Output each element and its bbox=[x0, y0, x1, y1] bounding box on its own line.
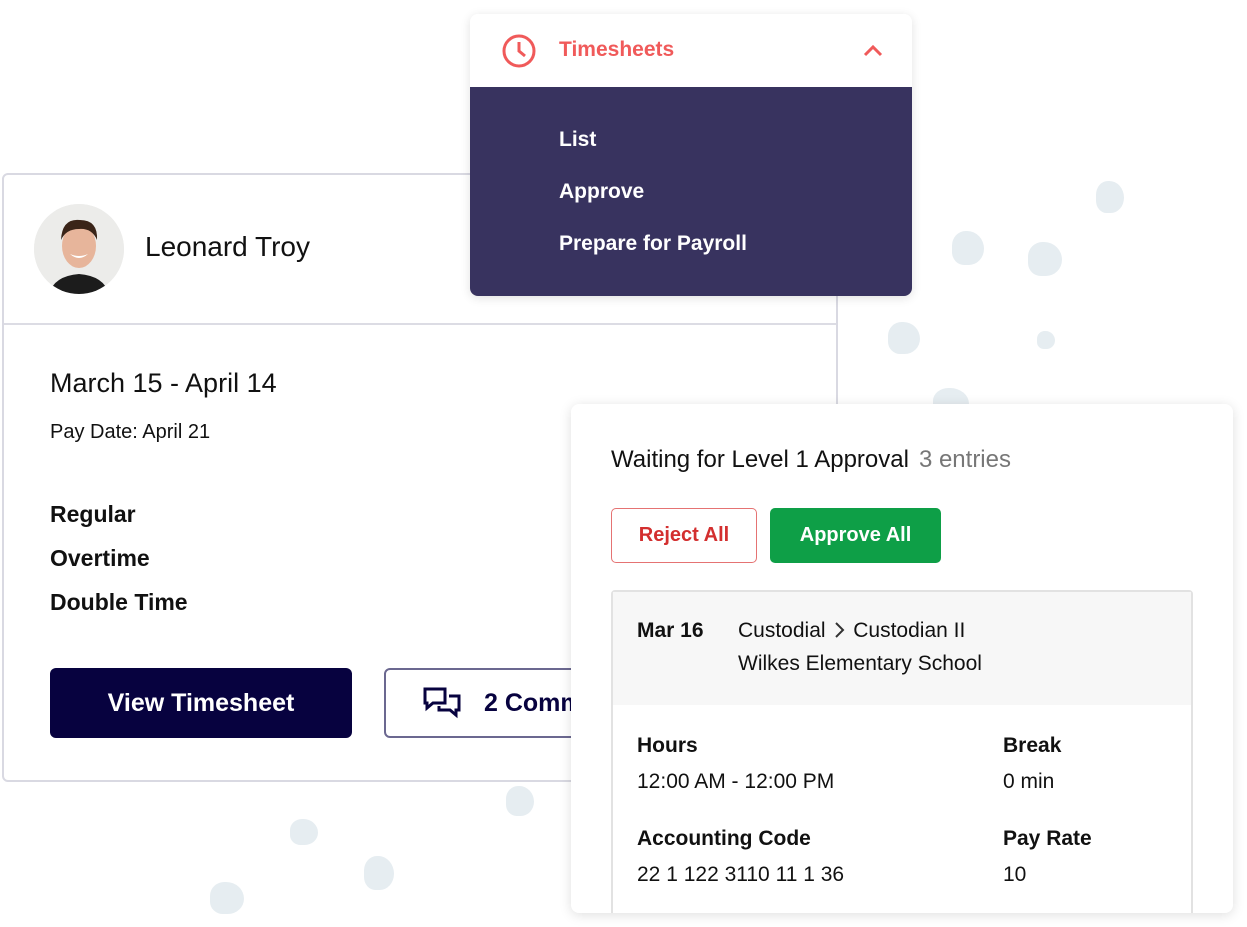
timesheet-entry: Mar 16 Custodial Custodian II Wilkes Ele… bbox=[611, 590, 1193, 913]
reject-all-button[interactable]: Reject All bbox=[611, 508, 757, 563]
category-overtime: Overtime bbox=[50, 545, 150, 571]
decor-blob bbox=[290, 819, 318, 845]
decor-blob bbox=[952, 231, 984, 265]
hours-value: 12:00 AM - 12:00 PM bbox=[637, 770, 835, 793]
approval-card: Waiting for Level 1 Approval 3 entries Re… bbox=[571, 404, 1233, 913]
dropdown-title: Timesheets bbox=[559, 38, 675, 61]
pay-rate-value: 10 bbox=[1003, 863, 1027, 886]
pay-date: Pay Date: April 21 bbox=[50, 421, 211, 443]
entry-department: Custodial bbox=[738, 619, 826, 642]
pay-period: March 15 - April 14 bbox=[50, 368, 277, 398]
entry-location: Wilkes Elementary School bbox=[738, 652, 982, 675]
dropdown-menu: List Approve Prepare for Payroll bbox=[470, 87, 912, 296]
category-regular: Regular bbox=[50, 501, 136, 527]
decor-blob bbox=[364, 856, 394, 890]
view-timesheet-button[interactable]: View Timesheet bbox=[50, 668, 352, 738]
approve-all-button[interactable]: Approve All bbox=[770, 508, 941, 563]
break-label: Break bbox=[1003, 734, 1062, 757]
approval-heading: Waiting for Level 1 Approval bbox=[611, 446, 909, 473]
break-value: 0 min bbox=[1003, 770, 1055, 793]
chevron-up-icon[interactable] bbox=[862, 42, 884, 58]
entry-header: Mar 16 Custodial Custodian II Wilkes Ele… bbox=[613, 592, 1191, 705]
menu-item-prepare-payroll[interactable]: Prepare for Payroll bbox=[559, 232, 747, 256]
chevron-right-icon bbox=[835, 622, 845, 638]
decor-blob bbox=[210, 882, 244, 914]
pay-rate-label: Pay Rate bbox=[1003, 827, 1092, 850]
avatar bbox=[34, 204, 124, 294]
decor-blob bbox=[1096, 181, 1124, 213]
decor-blob bbox=[506, 786, 534, 816]
hours-label: Hours bbox=[637, 734, 698, 757]
employee-name: Leonard Troy bbox=[145, 231, 310, 262]
menu-item-approve[interactable]: Approve bbox=[559, 180, 644, 204]
accounting-code-label: Accounting Code bbox=[637, 827, 811, 850]
entry-job: Custodial Custodian II bbox=[738, 619, 965, 643]
entry-count: 3 entries bbox=[918, 446, 1011, 473]
menu-item-list[interactable]: List bbox=[559, 128, 596, 152]
decor-blob bbox=[1037, 331, 1055, 349]
accounting-code-value: 22 1 122 3110 11 1 36 bbox=[637, 863, 845, 886]
approval-title: Waiting for Level 1 Approval 3 entries bbox=[611, 446, 1011, 474]
decor-blob bbox=[888, 322, 920, 354]
decor-blob bbox=[1028, 242, 1062, 276]
comments-icon bbox=[423, 687, 461, 719]
dropdown-header[interactable]: Timesheets bbox=[470, 14, 912, 87]
timesheets-dropdown: Timesheets List Approve Prepare for Payr… bbox=[470, 14, 912, 296]
entry-position: Custodian II bbox=[853, 619, 966, 642]
clock-icon bbox=[502, 34, 536, 68]
category-double-time: Double Time bbox=[50, 589, 188, 615]
entry-date: Mar 16 bbox=[637, 619, 704, 642]
